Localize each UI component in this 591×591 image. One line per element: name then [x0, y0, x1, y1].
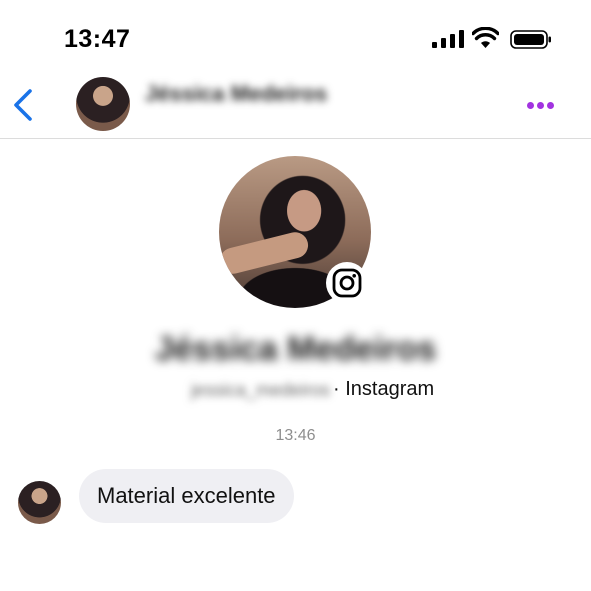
message-bubble[interactable]: Material excelente: [79, 469, 294, 523]
chevron-left-icon[interactable]: [10, 88, 36, 122]
profile-username: jessica_medeiros: [190, 380, 330, 400]
message-timestamp: 13:46: [275, 427, 316, 444]
status-time: 13:47: [64, 25, 131, 53]
contact-name[interactable]: Jéssica Medeiros: [145, 81, 327, 107]
message-avatar[interactable]: [18, 481, 61, 524]
instagram-badge: [326, 262, 368, 304]
more-dots-icon[interactable]: [527, 102, 555, 110]
wifi-icon: [472, 27, 499, 48]
instagram-icon: [332, 268, 362, 298]
profile-source: · Instagram: [333, 378, 435, 400]
profile-subtitle: jessica_medeiros · Instagram: [0, 378, 591, 404]
cellular-signal-icon: [432, 30, 464, 48]
battery-icon: [510, 30, 551, 49]
profile-name: Jéssica Medeiros: [154, 330, 437, 368]
chat-header: Jéssica Medeiros: [0, 62, 591, 139]
status-bar: 13:47: [0, 0, 591, 62]
contact-avatar[interactable]: [76, 77, 130, 131]
